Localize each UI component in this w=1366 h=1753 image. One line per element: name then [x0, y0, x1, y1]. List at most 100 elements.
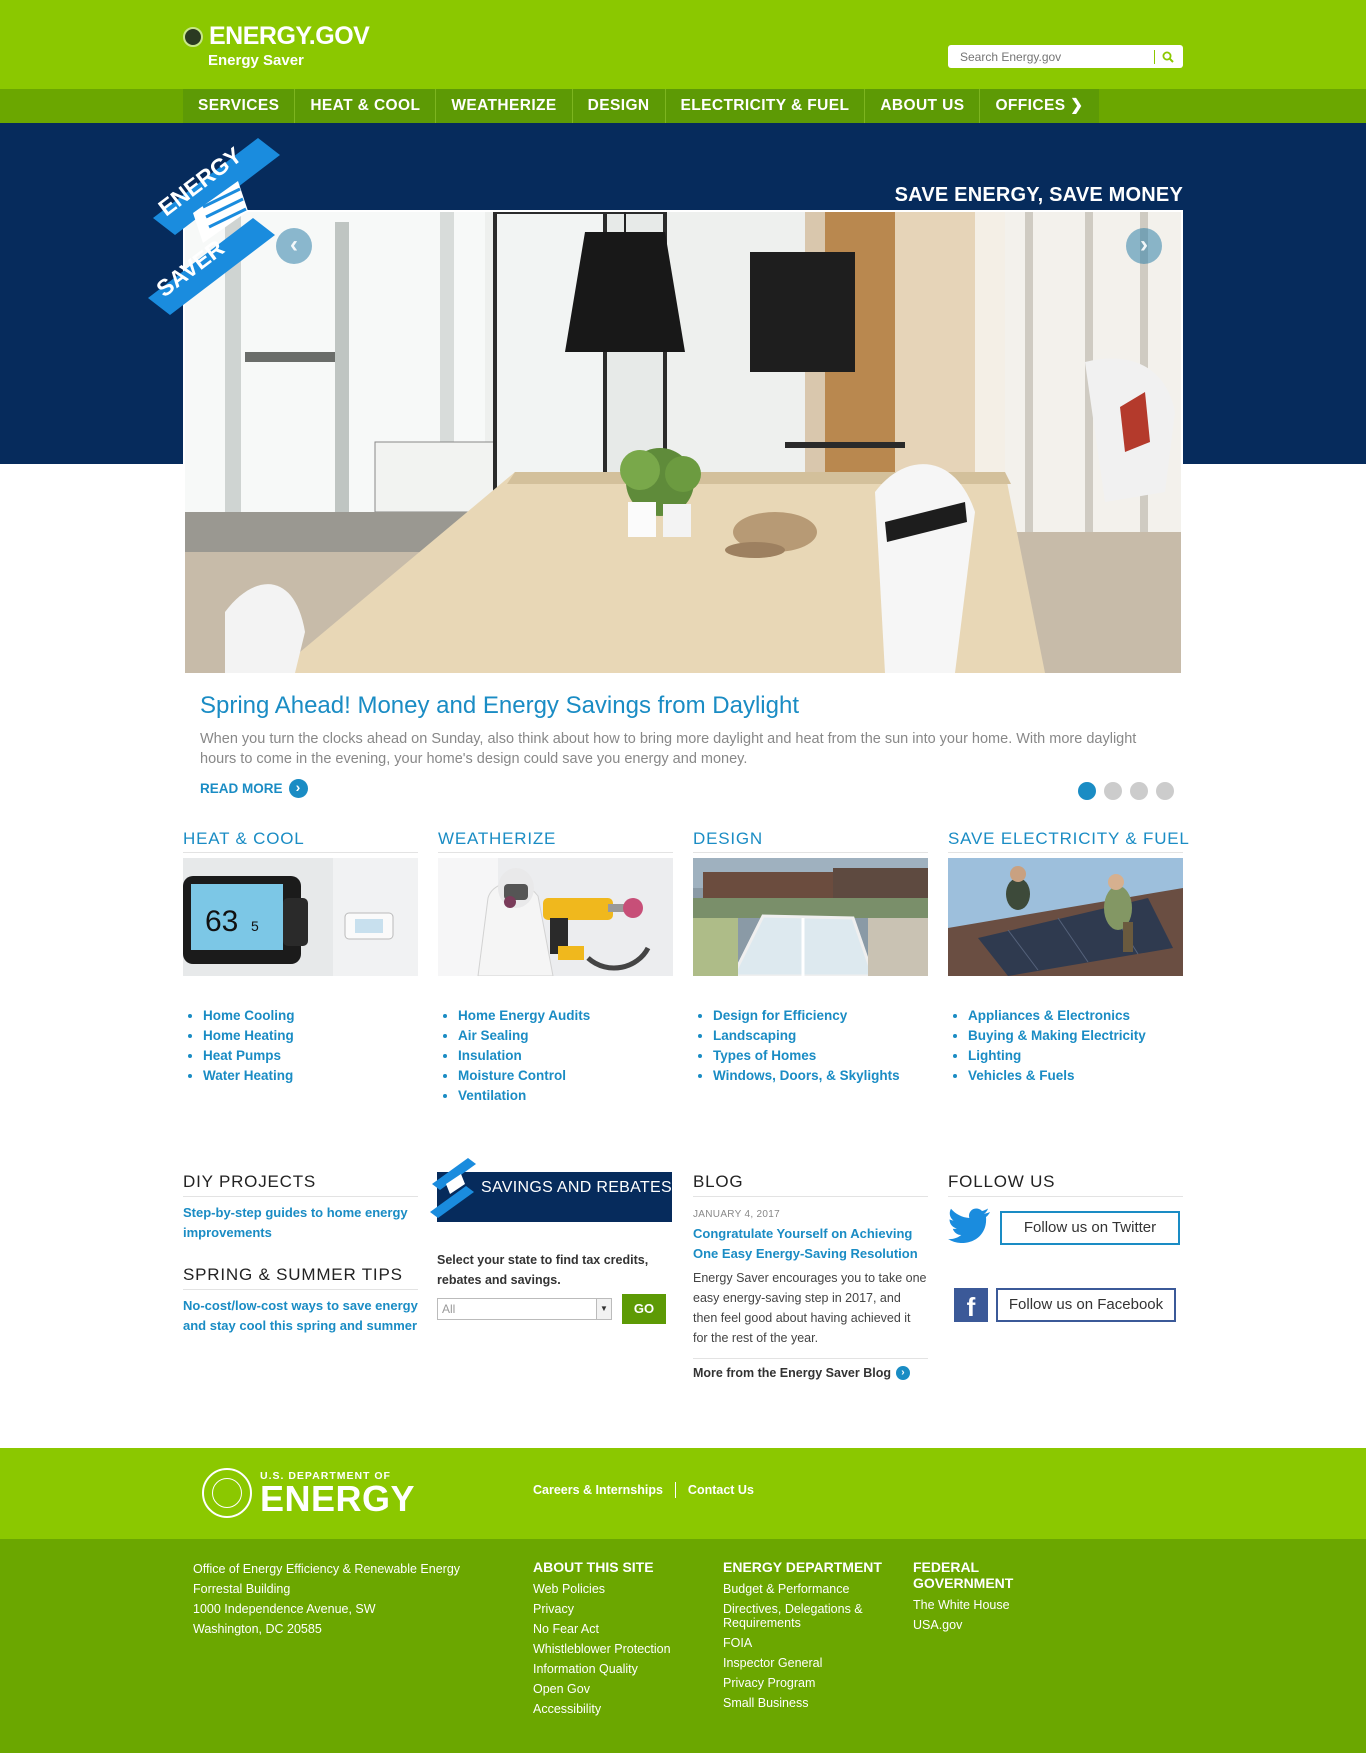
link-air-sealing[interactable]: Air Sealing [458, 1028, 529, 1043]
blog-title: BLOG [693, 1172, 928, 1197]
slide-next-button[interactable]: › [1126, 228, 1162, 264]
doe-footer-logo[interactable]: U.S. DEPARTMENT OF ENERGY [202, 1468, 415, 1518]
list-item[interactable]: Heat Pumps [203, 1046, 418, 1066]
diy-link[interactable]: Step-by-step guides to home energy impro… [183, 1203, 418, 1243]
link-home-energy-audits[interactable]: Home Energy Audits [458, 1008, 590, 1023]
category-title[interactable]: DESIGN [693, 829, 928, 853]
list-item[interactable]: Types of Homes [713, 1046, 928, 1066]
slide-dot-1[interactable] [1078, 782, 1096, 800]
energy-gov-logo[interactable]: ENERGY.GOV [183, 22, 370, 51]
link-heat-pumps[interactable]: Heat Pumps [203, 1048, 281, 1063]
nav-about-us[interactable]: ABOUT US [865, 89, 981, 123]
footer-link-small-business[interactable]: Small Business [723, 1693, 893, 1713]
link-moisture-control[interactable]: Moisture Control [458, 1068, 566, 1083]
link-home-cooling[interactable]: Home Cooling [203, 1008, 295, 1023]
footer-link-foia[interactable]: FOIA [723, 1633, 893, 1653]
facebook-icon[interactable]: f [954, 1288, 988, 1322]
list-item[interactable]: Home Energy Audits [458, 1006, 673, 1026]
search-icon[interactable] [1155, 46, 1181, 67]
link-home-heating[interactable]: Home Heating [203, 1028, 294, 1043]
subsite-name[interactable]: Energy Saver [208, 52, 304, 69]
slide-title[interactable]: Spring Ahead! Money and Energy Savings f… [200, 692, 799, 720]
design-image[interactable] [693, 858, 928, 976]
footer-link-accessibility[interactable]: Accessibility [533, 1699, 671, 1719]
footer-energy-dept-title: ENERGY DEPARTMENT [723, 1559, 882, 1575]
link-appliances-electronics[interactable]: Appliances & Electronics [968, 1008, 1130, 1023]
chevron-right-icon: ❯ [1070, 97, 1084, 114]
list-item[interactable]: Lighting [968, 1046, 1183, 1066]
link-landscaping[interactable]: Landscaping [713, 1028, 796, 1043]
more-blog-link[interactable]: More from the Energy Saver Blog › [693, 1366, 928, 1380]
link-insulation[interactable]: Insulation [458, 1048, 522, 1063]
weatherize-image[interactable] [438, 858, 673, 976]
follow-us-section: FOLLOW US Follow us on Twitter f Follow … [948, 1172, 1183, 1322]
footer-link-whistleblower[interactable]: Whistleblower Protection [533, 1639, 671, 1659]
contact-us-link[interactable]: Contact Us [688, 1483, 754, 1497]
follow-twitter-button[interactable]: Follow us on Twitter [1000, 1210, 1180, 1245]
hero-slide-image[interactable] [183, 210, 1183, 675]
slide-dot-4[interactable] [1156, 782, 1174, 800]
twitter-icon[interactable] [948, 1207, 992, 1248]
nav-design[interactable]: DESIGN [573, 89, 666, 123]
link-vehicles-fuels[interactable]: Vehicles & Fuels [968, 1068, 1075, 1083]
spring-summer-tips-section: SPRING & SUMMER TIPS No-cost/low-cost wa… [183, 1265, 418, 1336]
list-item[interactable]: Landscaping [713, 1026, 928, 1046]
list-item[interactable]: Home Heating [203, 1026, 418, 1046]
footer-link-white-house[interactable]: The White House [913, 1595, 1033, 1615]
footer-link-privacy[interactable]: Privacy [533, 1599, 671, 1619]
list-item[interactable]: Air Sealing [458, 1026, 673, 1046]
list-item[interactable]: Vehicles & Fuels [968, 1066, 1183, 1086]
list-item[interactable]: Home Cooling [203, 1006, 418, 1026]
search-input[interactable] [948, 46, 1154, 67]
category-title[interactable]: HEAT & COOL [183, 829, 418, 853]
follow-facebook-button[interactable]: Follow us on Facebook [996, 1288, 1176, 1322]
list-item[interactable]: Buying & Making Electricity [968, 1026, 1183, 1046]
blog-post-title[interactable]: Congratulate Yourself on Achieving One E… [693, 1224, 928, 1264]
footer-link-inspector-general[interactable]: Inspector General [723, 1653, 893, 1673]
nav-weatherize[interactable]: WEATHERIZE [436, 89, 573, 123]
category-design: DESIGN Design for Efficiency Landscaping… [693, 829, 928, 1086]
category-title[interactable]: SAVE ELECTRICITY & FUEL [948, 829, 1189, 853]
state-select[interactable]: All ▼ [437, 1298, 612, 1320]
footer-link-usa-gov[interactable]: USA.gov [913, 1615, 1033, 1635]
footer-link-web-policies[interactable]: Web Policies [533, 1579, 671, 1599]
nav-offices[interactable]: OFFICES ❯ [980, 89, 1098, 123]
list-item[interactable]: Water Heating [203, 1066, 418, 1086]
energy-saver-mini-ribbon-logo [430, 1158, 476, 1218]
main-nav: SERVICES HEAT & COOL WEATHERIZE DESIGN E… [183, 89, 1099, 123]
slide-dot-2[interactable] [1104, 782, 1122, 800]
link-windows-doors-skylights[interactable]: Windows, Doors, & Skylights [713, 1068, 900, 1083]
nav-heat-cool[interactable]: HEAT & COOL [295, 89, 437, 123]
link-buying-making-electricity[interactable]: Buying & Making Electricity [968, 1028, 1146, 1043]
solar-roof-image[interactable] [948, 858, 1183, 976]
list-item[interactable]: Moisture Control [458, 1066, 673, 1086]
footer-link-budget[interactable]: Budget & Performance [723, 1579, 893, 1599]
tips-link[interactable]: No-cost/low-cost ways to save energy and… [183, 1296, 418, 1336]
link-design-for-efficiency[interactable]: Design for Efficiency [713, 1008, 847, 1023]
twitter-row: Follow us on Twitter [948, 1207, 1183, 1248]
nav-services[interactable]: SERVICES [183, 89, 296, 123]
thermostat-image[interactable]: 63 5 [183, 858, 418, 976]
read-more-link[interactable]: READ MORE › [200, 779, 308, 798]
careers-link[interactable]: Careers & Internships [533, 1483, 663, 1497]
list-item[interactable]: Design for Efficiency [713, 1006, 928, 1026]
link-types-of-homes[interactable]: Types of Homes [713, 1048, 816, 1063]
footer-link-directives[interactable]: Directives, Delegations & Requirements [723, 1602, 893, 1630]
footer-link-no-fear-act[interactable]: No Fear Act [533, 1619, 671, 1639]
slide-dot-3[interactable] [1130, 782, 1148, 800]
category-title[interactable]: WEATHERIZE [438, 829, 673, 853]
facebook-row: f Follow us on Facebook [948, 1288, 1183, 1322]
link-ventilation[interactable]: Ventilation [458, 1088, 526, 1103]
savings-description: Select your state to find tax credits, r… [437, 1253, 649, 1287]
list-item[interactable]: Appliances & Electronics [968, 1006, 1183, 1026]
go-button[interactable]: GO [622, 1294, 666, 1324]
link-water-heating[interactable]: Water Heating [203, 1068, 293, 1083]
list-item[interactable]: Windows, Doors, & Skylights [713, 1066, 928, 1086]
list-item[interactable]: Ventilation [458, 1086, 673, 1106]
link-lighting[interactable]: Lighting [968, 1048, 1021, 1063]
footer-link-open-gov[interactable]: Open Gov [533, 1679, 671, 1699]
nav-electricity-fuel[interactable]: ELECTRICITY & FUEL [666, 89, 866, 123]
list-item[interactable]: Insulation [458, 1046, 673, 1066]
footer-link-privacy-program[interactable]: Privacy Program [723, 1673, 893, 1693]
footer-link-information-quality[interactable]: Information Quality [533, 1659, 671, 1679]
